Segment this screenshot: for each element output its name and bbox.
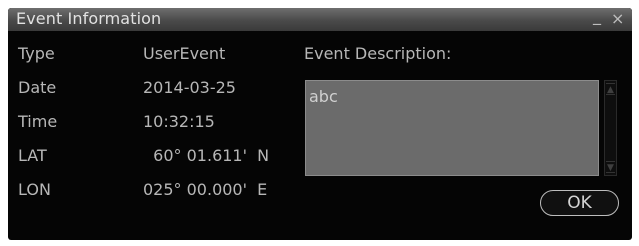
type-label: Type: [18, 44, 55, 63]
lat-value: 60° 01.611' N: [143, 146, 270, 165]
event-description-label: Event Description:: [304, 44, 452, 63]
minimize-icon[interactable]: _: [593, 8, 601, 26]
event-information-dialog: Event Information _ × Type UserEvent Dat…: [8, 8, 632, 240]
time-label: Time: [18, 112, 58, 131]
date-label: Date: [18, 78, 57, 97]
event-description-field[interactable]: abc: [305, 80, 599, 176]
title-bar[interactable]: Event Information _ ×: [8, 8, 632, 31]
event-description-text: abc: [309, 87, 338, 106]
arrow-up-icon[interactable]: ▲: [606, 83, 615, 95]
lon-value: 025° 00.000' E: [143, 180, 268, 199]
arrow-down-icon[interactable]: ▼: [606, 161, 615, 173]
close-icon[interactable]: ×: [611, 9, 624, 29]
date-value: 2014-03-25: [143, 78, 236, 97]
type-value: UserEvent: [143, 44, 226, 63]
lon-label: LON: [18, 180, 51, 199]
dialog-title: Event Information: [16, 9, 162, 28]
ok-button[interactable]: OK: [540, 190, 619, 216]
description-scrollbar[interactable]: ▲ ▼: [604, 80, 617, 176]
lat-label: LAT: [18, 146, 47, 165]
time-value: 10:32:15: [143, 112, 215, 131]
